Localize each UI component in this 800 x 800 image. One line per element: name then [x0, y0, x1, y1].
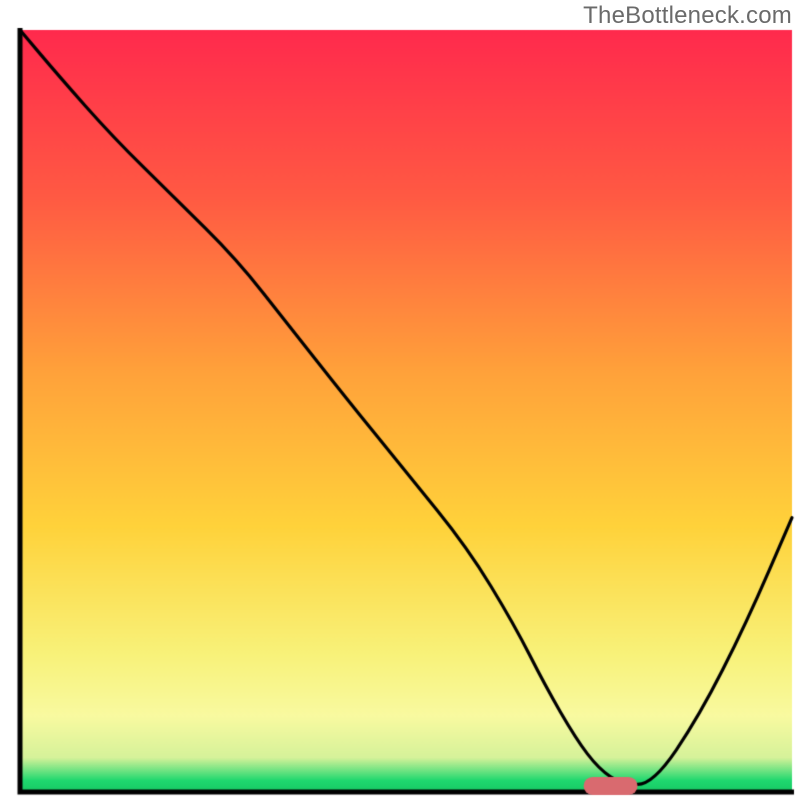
watermark-text: TheBottleneck.com — [583, 2, 792, 30]
chart-container: TheBottleneck.com — [0, 0, 800, 800]
bottleneck-curve-chart — [0, 0, 800, 800]
